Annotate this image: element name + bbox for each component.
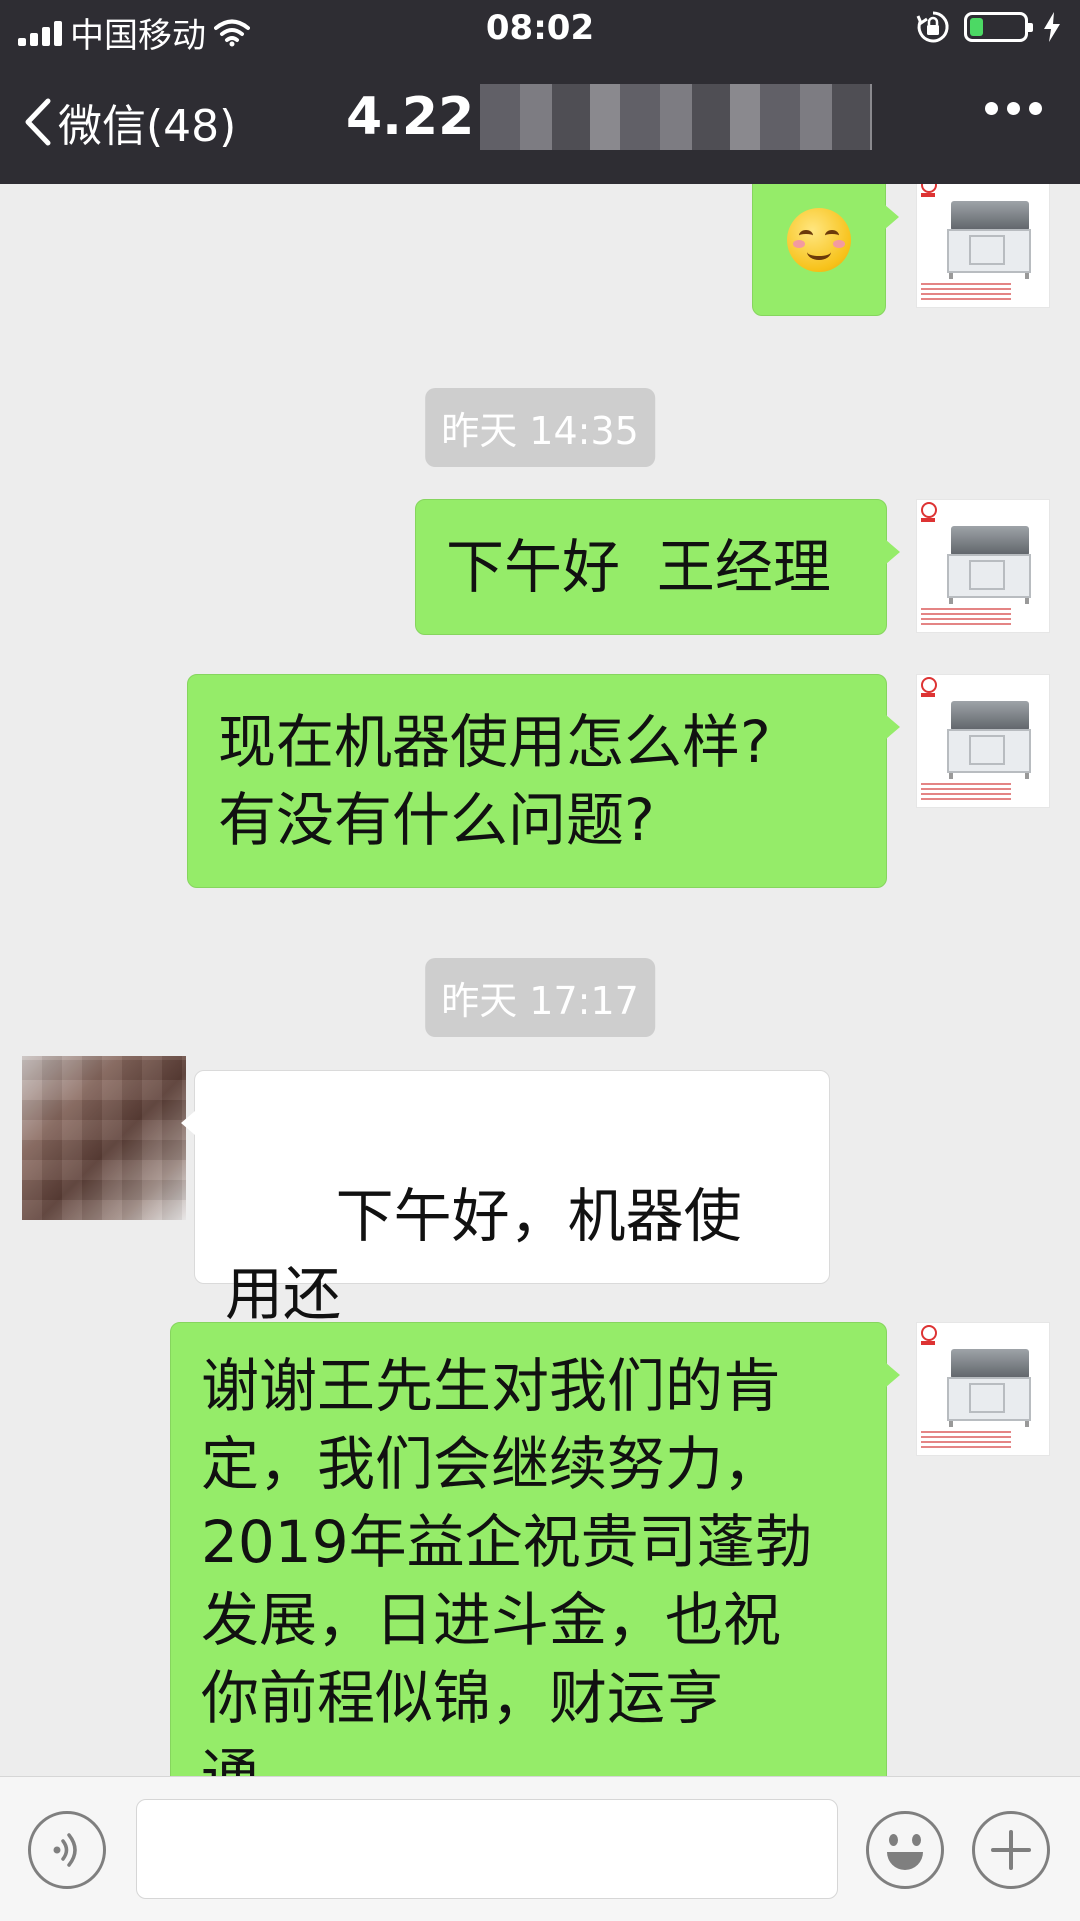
avatar[interactable] [916, 1322, 1050, 1456]
message-bubble-sent[interactable] [752, 184, 899, 316]
message-list[interactable]: 昨天 14:35 下午好 王经理 现在机器使用怎么样? 有没有什么问题? 昨天 … [0, 184, 1080, 1776]
more-options-button[interactable] [985, 102, 1042, 115]
message-bubble-sent[interactable]: 谢谢王先生对我们的肯 定，我们会继续努力， 2019年益企祝贵司蓬勃 发展，日进… [170, 1322, 900, 1776]
message-bubble-sent[interactable]: 现在机器使用怎么样? 有没有什么问题? [187, 674, 900, 888]
plus-icon [991, 1830, 1031, 1870]
emoji-button[interactable] [866, 1811, 944, 1889]
nav-bar: 微信(48) 4.22 [0, 58, 1080, 184]
avatar[interactable] [916, 184, 1050, 308]
chat-title-text: 4.22 [346, 87, 475, 147]
chat-title: 4.22 [346, 84, 873, 150]
back-label: 微信(48) [58, 101, 237, 152]
message-input[interactable] [136, 1799, 838, 1899]
battery-icon [964, 12, 1033, 42]
message-bubble-sent[interactable]: 下午好 王经理 [415, 499, 900, 635]
voice-input-button[interactable] [28, 1811, 106, 1889]
chat-screen: 中国移动 08:02 微信(48) 4.22 昨天 14:35 下午好 王经理 … [0, 0, 1080, 1921]
smiling-face-emoji-icon [787, 208, 851, 272]
back-button[interactable]: 微信(48) [22, 90, 236, 154]
chevron-left-icon [25, 98, 51, 146]
status-bar: 中国移动 08:02 [0, 0, 1080, 58]
timestamp: 昨天 14:35 [425, 388, 655, 467]
status-right [916, 10, 1062, 44]
input-bar [0, 1776, 1080, 1921]
avatar[interactable] [916, 499, 1050, 633]
blurred-title-region [480, 84, 873, 150]
emoji-icon [869, 1814, 941, 1886]
avatar[interactable] [22, 1056, 186, 1220]
timestamp: 昨天 17:17 [425, 958, 655, 1037]
charging-bolt-icon [1044, 12, 1060, 42]
message-bubble-received[interactable]: 下午好，机器使用还 好，没什么问题 [181, 1070, 830, 1407]
avatar[interactable] [916, 674, 1050, 808]
voice-icon [53, 1833, 77, 1867]
more-functions-button[interactable] [972, 1811, 1050, 1889]
orientation-lock-icon [916, 11, 949, 43]
